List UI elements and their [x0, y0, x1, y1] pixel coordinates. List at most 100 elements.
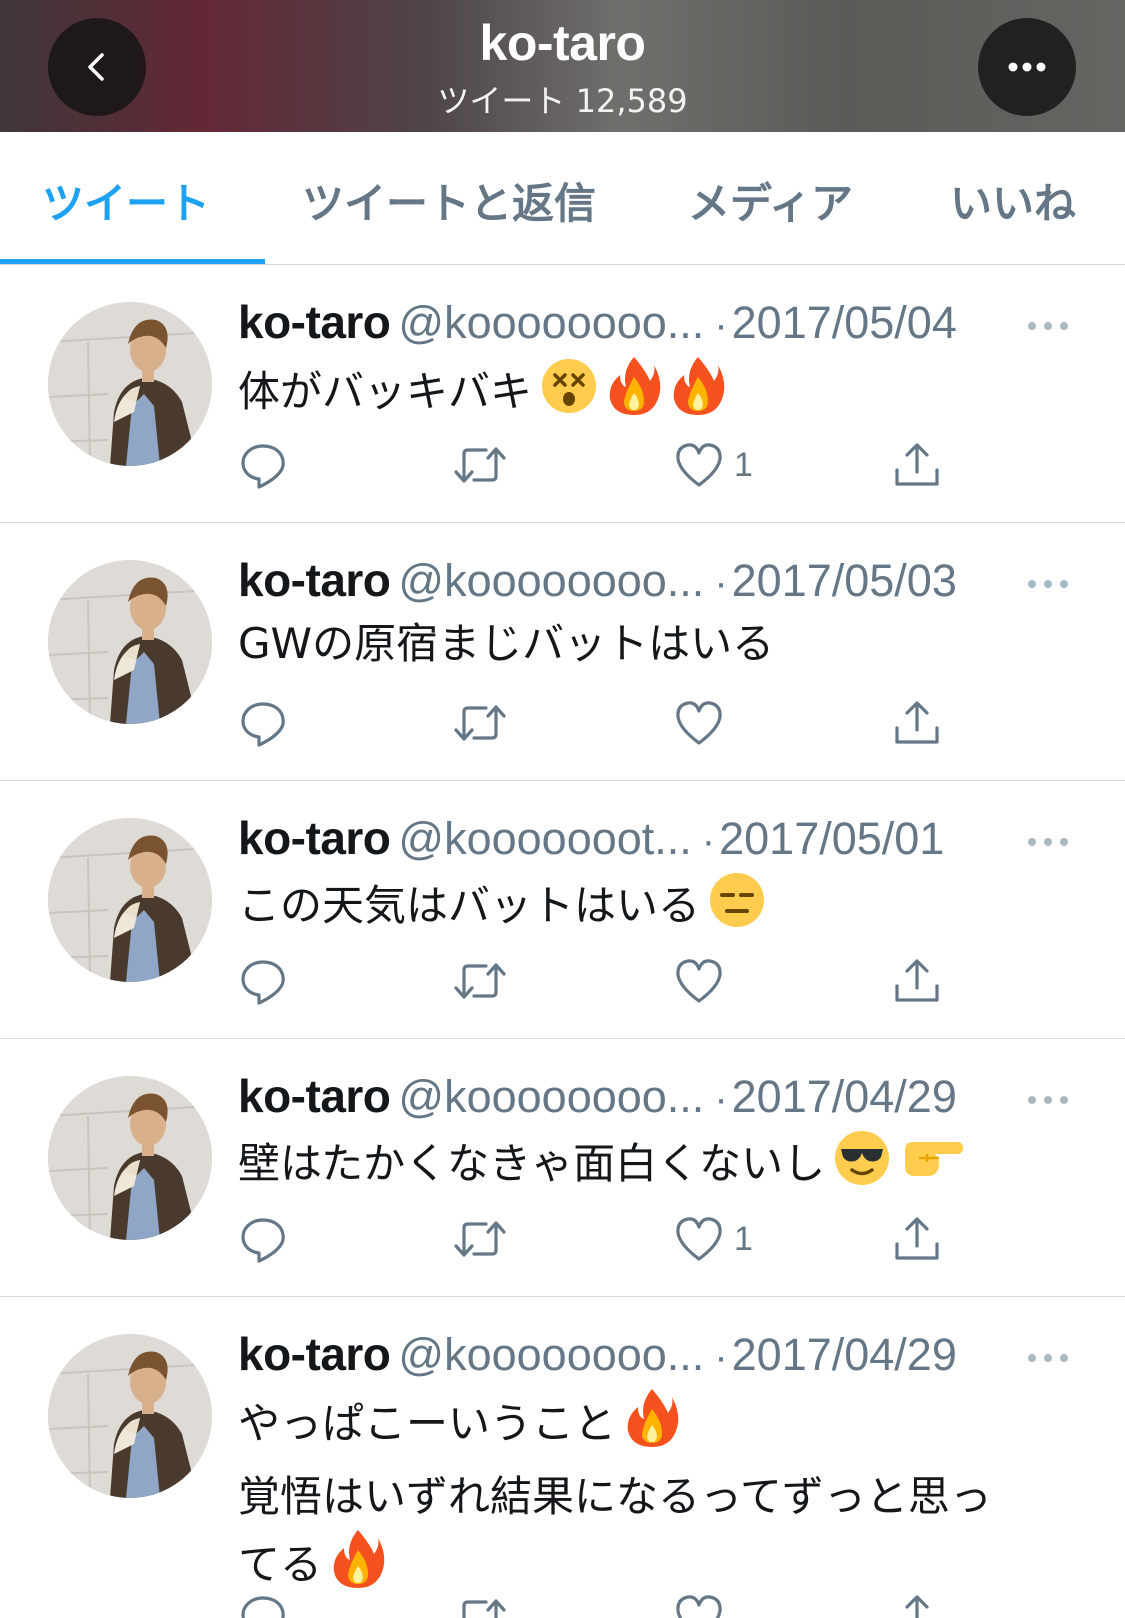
- heart-icon: [676, 1595, 722, 1618]
- separator-dot: ·: [714, 1077, 728, 1121]
- tweet-date[interactable]: 2017/04/29: [732, 1329, 957, 1380]
- retweet-icon: [462, 1599, 506, 1618]
- separator-dot: ·: [701, 819, 716, 863]
- tweet-item[interactable]: ko-taro @koooooooo... ·2017/04/29 やっぱこーいうこと…: [0, 1297, 1125, 1618]
- tweet-text: この天気はバットはいる: [238, 871, 1068, 946]
- tweet-text: 壁はたかくなきゃ面白くないし: [238, 1129, 1068, 1204]
- retweet-button[interactable]: [452, 953, 508, 1009]
- like-button[interactable]: 1: [674, 1211, 753, 1267]
- tweet-text-line: やっぱこーいうこと: [238, 1387, 1068, 1466]
- tweet-item[interactable]: ko-taro @koooooooo... ·2017/04/29 壁はたかくなきゃ面…: [0, 1039, 1125, 1297]
- tweet-author-name[interactable]: ko-taro: [238, 296, 391, 348]
- tweet-author-handle[interactable]: @koooooooo...: [398, 1329, 704, 1380]
- profile-header: ko-taro ツイート 12,589: [0, 0, 1125, 132]
- share-icon: [905, 1595, 929, 1618]
- reply-button[interactable]: [238, 695, 288, 751]
- share-button[interactable]: [892, 695, 942, 751]
- tweet-date[interactable]: 2017/05/01: [719, 813, 944, 864]
- profile-name-title: ko-taro: [479, 15, 646, 71]
- tab-tweets[interactable]: ツイート: [42, 170, 210, 231]
- share-button[interactable]: [892, 953, 942, 1009]
- tweet-header: ko-taro @koooooooo... ·2017/04/29: [238, 1069, 957, 1125]
- tweet-date[interactable]: 2017/05/04: [732, 297, 957, 348]
- tweet-actions: [0, 953, 1125, 1009]
- tab-tweets-and-replies[interactable]: ツイートと返信: [302, 170, 596, 231]
- tweet-menu-button[interactable]: [1026, 1091, 1070, 1104]
- retweet-button[interactable]: [452, 1589, 508, 1618]
- reply-icon: [241, 960, 285, 1005]
- dizzy-face-emoji: [540, 357, 598, 432]
- share-button[interactable]: [892, 1211, 942, 1267]
- tweet-actions: [0, 695, 1125, 751]
- tweet-header: ko-taro @koooooooo... ·2017/04/29: [238, 1327, 957, 1383]
- tweet-item[interactable]: ko-taro @kooooooot... ·2017/05/01 この天気はバットは…: [0, 781, 1125, 1039]
- tweet-author-handle[interactable]: @koooooooo...: [398, 297, 704, 348]
- like-button[interactable]: 1: [674, 437, 753, 493]
- tweet-item[interactable]: ko-taro @koooooooo... ·2017/05/04 体がバッキバキ 1: [0, 265, 1125, 523]
- share-button[interactable]: [892, 437, 942, 493]
- like-button[interactable]: [674, 953, 734, 1009]
- tweet-menu-button[interactable]: [1026, 317, 1070, 330]
- tab-media[interactable]: メディア: [688, 170, 853, 231]
- avatar[interactable]: [48, 1334, 212, 1498]
- more-horizontal-icon: [1028, 838, 1068, 846]
- tweet-date[interactable]: 2017/05/03: [732, 555, 957, 606]
- retweet-button[interactable]: [452, 437, 508, 493]
- reply-button[interactable]: [238, 953, 288, 1009]
- tweet-text: GWの原宿まじバットはいる: [238, 613, 1068, 675]
- tweet-actions: [0, 1589, 1125, 1618]
- heart-icon: [676, 959, 722, 1003]
- tweet-text-content: 壁はたかくなきゃ面白くないし: [238, 1139, 826, 1188]
- tweet-author-name[interactable]: ko-taro: [238, 554, 391, 606]
- reply-button[interactable]: [238, 1211, 288, 1267]
- tweet-text-line: 体がバッキバキ: [238, 355, 1068, 434]
- share-icon: [895, 701, 939, 744]
- retweet-icon: [454, 705, 506, 741]
- retweet-button[interactable]: [452, 695, 508, 751]
- fire-emoji: [606, 355, 662, 434]
- tweet-count: ツイート 12,589: [437, 82, 688, 120]
- tweet-date[interactable]: 2017/04/29: [732, 1071, 957, 1122]
- more-options-button[interactable]: [978, 18, 1076, 116]
- tweet-menu-button[interactable]: [1026, 833, 1070, 846]
- tweet-text-content: GWの原宿まじバットはいる: [238, 619, 775, 668]
- more-horizontal-icon: [1028, 1096, 1068, 1104]
- like-button[interactable]: [674, 695, 734, 751]
- tweet-text-content: てる: [238, 1540, 323, 1589]
- reply-button[interactable]: [238, 1589, 288, 1618]
- like-count: 1: [734, 1219, 753, 1258]
- tweet-author-handle[interactable]: @kooooooot...: [398, 813, 691, 864]
- tweet-text-line: この天気はバットはいる: [238, 871, 1068, 946]
- share-button[interactable]: [892, 1589, 942, 1618]
- more-horizontal-icon: [1028, 1354, 1068, 1362]
- tweet-author-name[interactable]: ko-taro: [238, 1070, 391, 1122]
- tweet-header: ko-taro @kooooooot... ·2017/05/01: [238, 811, 944, 867]
- tweet-author-name[interactable]: ko-taro: [238, 812, 391, 864]
- retweet-icon: [454, 963, 506, 999]
- tweet-text: やっぱこーいうこと 覚悟はいずれ結果になるってずっと思っ てる: [238, 1387, 1068, 1607]
- retweet-button[interactable]: [452, 1211, 508, 1267]
- tweet-item[interactable]: ko-taro @koooooooo... ·2017/05/03 GWの原宿まじバッ…: [0, 523, 1125, 781]
- separator-dot: ·: [714, 303, 728, 347]
- reply-icon: [241, 1596, 285, 1618]
- heart-icon: [676, 443, 722, 487]
- fire-emoji: [670, 355, 726, 434]
- more-horizontal-icon: [1028, 580, 1068, 588]
- separator-dot: ·: [714, 561, 728, 605]
- separator-dot: ·: [714, 1335, 728, 1379]
- tweet-actions: 1: [0, 1211, 1125, 1267]
- tab-likes[interactable]: いいね: [950, 170, 1076, 231]
- tweet-author-name[interactable]: ko-taro: [238, 1328, 391, 1380]
- tweet-author-handle[interactable]: @koooooooo...: [398, 1071, 704, 1122]
- tweet-menu-button[interactable]: [1026, 1349, 1070, 1362]
- retweet-icon: [454, 1221, 506, 1257]
- fire-emoji: [624, 1387, 680, 1466]
- tweet-text-line: 壁はたかくなきゃ面白くないし: [238, 1129, 1068, 1204]
- reply-button[interactable]: [238, 437, 288, 493]
- more-horizontal-icon: [1028, 322, 1068, 330]
- tweet-author-handle[interactable]: @koooooooo...: [398, 555, 704, 606]
- like-button[interactable]: [674, 1589, 734, 1618]
- share-icon: [895, 443, 939, 486]
- tweet-text-content: 体がバッキバキ: [238, 367, 533, 416]
- tweet-menu-button[interactable]: [1026, 575, 1070, 588]
